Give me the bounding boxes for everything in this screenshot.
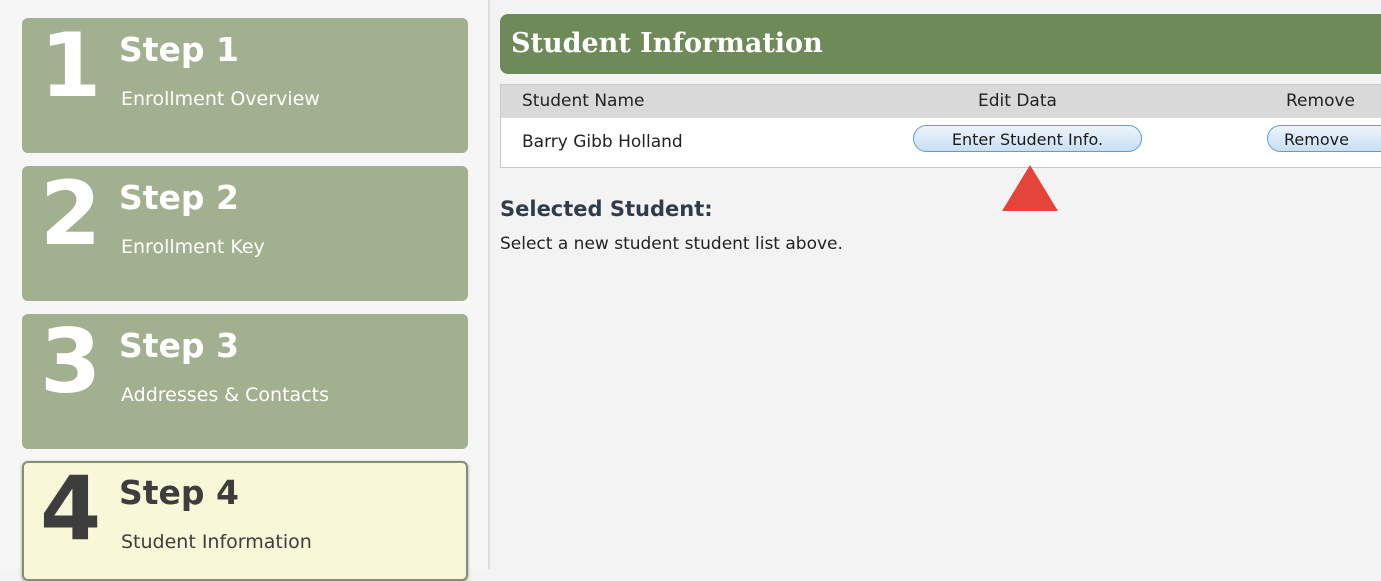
selected-student-message: Select a new student student list above.	[500, 234, 843, 254]
step-title: Step 1	[119, 30, 239, 69]
sidebar-divider	[488, 0, 490, 569]
selected-student-heading: Selected Student:	[500, 197, 713, 221]
step-title: Step 3	[119, 326, 239, 365]
enter-student-info-button[interactable]: Enter Student Info.	[913, 125, 1142, 152]
student-name-cell: Barry Gibb Holland	[522, 132, 683, 152]
panel-title: Student Information	[511, 28, 823, 59]
step-subtitle: Enrollment Key	[121, 236, 265, 258]
column-header-edit-data: Edit Data	[978, 91, 1057, 111]
column-header-remove: Remove	[1286, 91, 1355, 111]
step-4-tile-active[interactable]: 4 Step 4 Student Information	[22, 461, 468, 581]
step-title: Step 4	[119, 473, 239, 512]
step-number: 2	[40, 162, 102, 265]
wizard-steps-sidebar: 1 Step 1 Enrollment Overview 2 Step 2 En…	[0, 0, 488, 581]
step-title: Step 2	[119, 178, 239, 217]
panel-header: Student Information	[500, 14, 1381, 74]
step-number: 3	[40, 310, 102, 413]
step-subtitle: Student Information	[121, 531, 312, 553]
table-header-row: Student Name Edit Data Remove	[501, 85, 1381, 118]
step-3-tile[interactable]: 3 Step 3 Addresses & Contacts	[22, 314, 468, 449]
step-number: 4	[40, 457, 102, 560]
column-header-student-name: Student Name	[522, 91, 645, 111]
step-number: 1	[40, 14, 102, 117]
student-table: Student Name Edit Data Remove Barry Gibb…	[500, 84, 1381, 168]
remove-student-button[interactable]: Remove	[1267, 125, 1381, 152]
red-pointer-arrow-icon	[1002, 165, 1058, 211]
step-2-tile[interactable]: 2 Step 2 Enrollment Key	[22, 166, 468, 301]
step-1-tile[interactable]: 1 Step 1 Enrollment Overview	[22, 18, 468, 153]
student-information-panel: Student Information Student Name Edit Da…	[500, 0, 1381, 569]
step-subtitle: Enrollment Overview	[121, 88, 320, 110]
step-subtitle: Addresses & Contacts	[121, 384, 329, 406]
